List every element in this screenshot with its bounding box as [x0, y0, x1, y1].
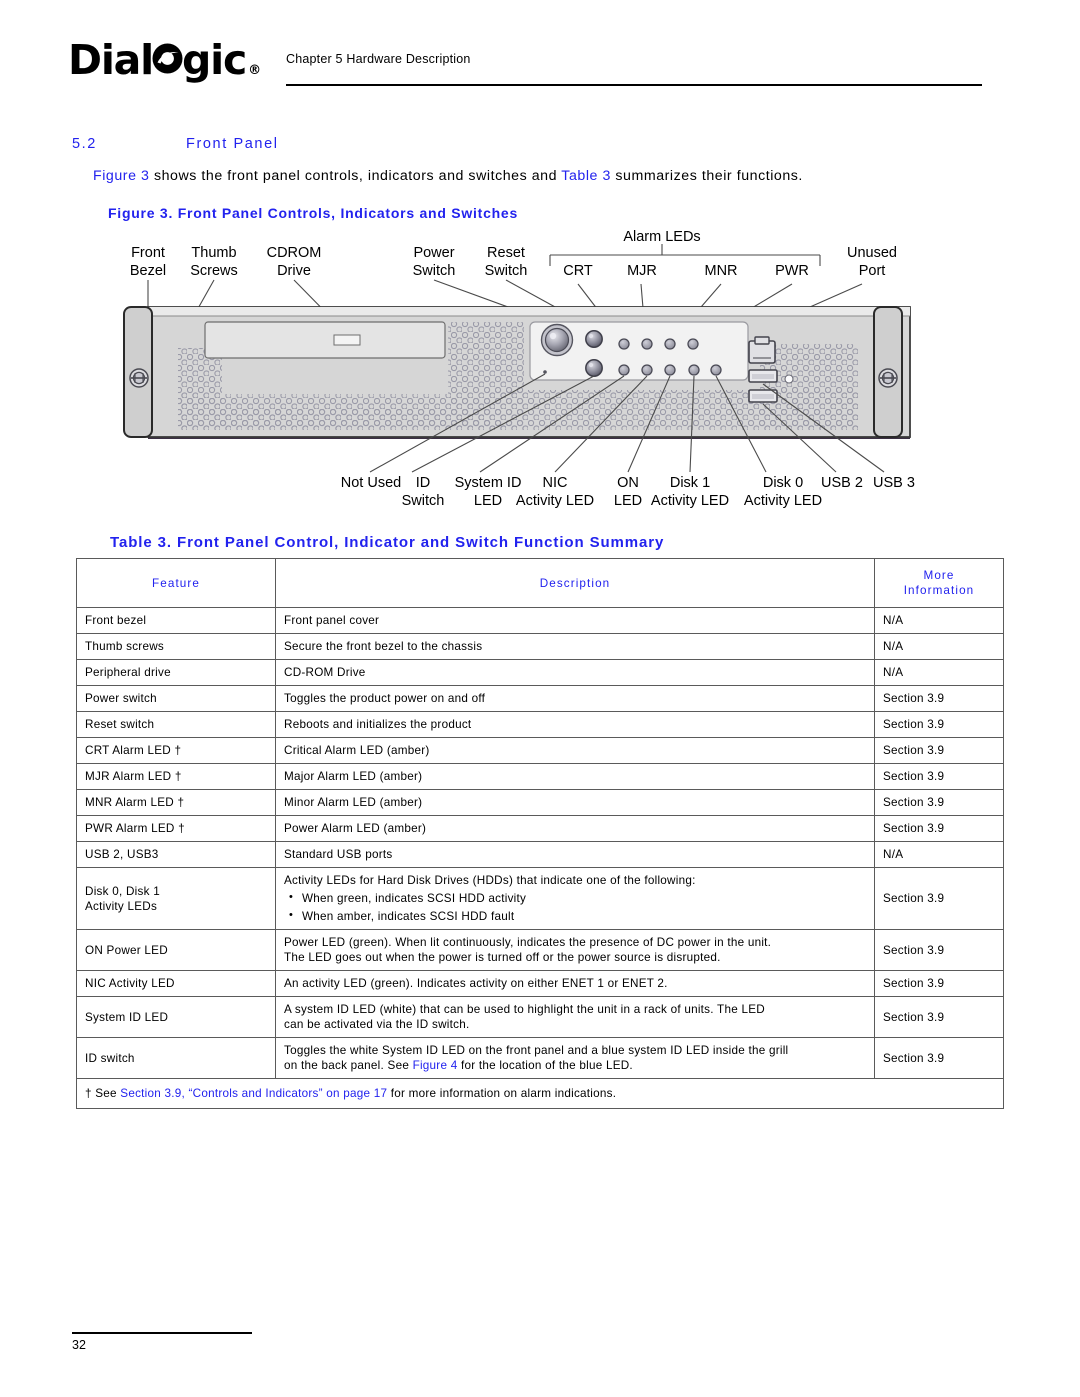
table-row-on-power-led: ON Power LED Power LED (green). When lit… [76, 929, 1004, 971]
table-row: Front bezel Front panel cover N/A [76, 607, 1004, 634]
cell-feature: Disk 0, Disk 1 Activity LEDs [76, 867, 276, 930]
cell-more-information: N/A [874, 607, 1004, 634]
cell-description: Reboots and initializes the product [275, 711, 875, 738]
cell-more-information: N/A [874, 841, 1004, 868]
cell-description: CD-ROM Drive [275, 659, 875, 686]
figure-label-disk1-activity-led: Disk 1 Activity LED [650, 475, 730, 509]
section-title: Front Panel [186, 136, 279, 152]
cell-more-information: N/A [874, 633, 1004, 660]
table-row-nic-activity-led: NIC Activity LED An activity LED (green)… [76, 970, 1004, 997]
page-header: Dial gic ® Chapter 5 Hardware Descriptio… [0, 0, 1080, 110]
column-header-description: Description [275, 558, 875, 608]
cell-feature: Power switch [76, 685, 276, 712]
figure-caption: Figure 3. Front Panel Controls, Indicato… [108, 205, 518, 221]
table-row: PWR Alarm LED † Power Alarm LED (amber) … [76, 815, 1004, 842]
cell-feature: Peripheral drive [76, 659, 276, 686]
table-row: Power switch Toggles the product power o… [76, 685, 1004, 712]
figure-label-usb3: USB 3 [873, 475, 915, 491]
cell-feature: MJR Alarm LED † [76, 763, 276, 790]
logo-text-after: gic [182, 36, 247, 84]
cell-feature: System ID LED [76, 996, 276, 1038]
cell-feature: PWR Alarm LED † [76, 815, 276, 842]
header-divider [286, 84, 982, 86]
cell-feature: ON Power LED [76, 929, 276, 971]
cell-feature: NIC Activity LED [76, 970, 276, 997]
cell-description: Critical Alarm LED (amber) [275, 737, 875, 764]
cell-more-information-link[interactable]: Section 3.9 [874, 789, 1004, 816]
dialogic-o-logo-icon [152, 43, 183, 74]
cell-description: A system ID LED (white) that can be used… [275, 996, 875, 1038]
cell-description: Front panel cover [275, 607, 875, 634]
cell-description: Activity LEDs for Hard Disk Drives (HDDs… [275, 867, 875, 930]
page-number: 32 [72, 1338, 86, 1352]
description-line-with-link: on the back panel. See Figure 4 for the … [284, 1059, 633, 1072]
column-header-more-information: More Information [874, 558, 1004, 608]
table-caption: Table 3. Front Panel Control, Indicator … [110, 534, 665, 551]
table-3-link[interactable]: Table 3 [561, 168, 611, 184]
cell-more-information-link[interactable]: Section 3.9 [874, 815, 1004, 842]
front-panel-summary-table: Feature Description More Information Fro… [76, 558, 1004, 1109]
table-row: USB 2, USB3 Standard USB ports N/A [76, 841, 1004, 868]
cell-more-information-link[interactable]: Section 3.9 [874, 737, 1004, 764]
figure-4-link[interactable]: Figure 4 [413, 1059, 458, 1072]
footer-divider [72, 1332, 252, 1334]
cell-more-information-link[interactable]: Section 3.9 [874, 929, 1004, 971]
cell-more-information-link[interactable]: Section 3.9 [874, 996, 1004, 1038]
cell-description: Minor Alarm LED (amber) [275, 789, 875, 816]
section-number: 5.2 [72, 136, 97, 152]
cell-more-information-link[interactable]: Section 3.9 [874, 867, 1004, 930]
front-panel-figure: Front Bezel Thumb Screws CDROM Drive Pow… [0, 222, 1080, 527]
registered-trademark-icon: ® [248, 63, 262, 78]
intro-suffix-text: summarizes their functions. [610, 168, 803, 184]
bullet-item: When amber, indicates SCSI HDD fault [284, 908, 866, 924]
table-row-id-switch: ID switch Toggles the white System ID LE… [76, 1037, 1004, 1079]
table-row: MJR Alarm LED † Major Alarm LED (amber) … [76, 763, 1004, 790]
cell-description: Power LED (green). When lit continuously… [275, 929, 875, 971]
cell-more-information-link[interactable]: Section 3.9 [874, 763, 1004, 790]
cell-more-information: N/A [874, 659, 1004, 686]
cell-feature: Thumb screws [76, 633, 276, 660]
cell-more-information-link[interactable]: Section 3.9 [874, 685, 1004, 712]
table-footnote: † See Section 3.9, “Controls and Indicat… [76, 1078, 1004, 1109]
chapter-title: Chapter 5 Hardware Description [286, 52, 471, 66]
cell-feature: Front bezel [76, 607, 276, 634]
cell-more-information-link[interactable]: Section 3.9 [874, 970, 1004, 997]
cell-description: An activity LED (green). Indicates activ… [275, 970, 875, 997]
cell-description: Toggles the white System ID LED on the f… [275, 1037, 875, 1079]
cell-more-information-link[interactable]: Section 3.9 [874, 711, 1004, 738]
table-footnote-row: † See Section 3.9, “Controls and Indicat… [76, 1078, 1004, 1109]
table-row: MNR Alarm LED † Minor Alarm LED (amber) … [76, 789, 1004, 816]
cell-feature: USB 2, USB3 [76, 841, 276, 868]
cell-description: Secure the front bezel to the chassis [275, 633, 875, 660]
figure-3-link[interactable]: Figure 3 [93, 168, 149, 184]
bullet-item: When green, indicates SCSI HDD activity [284, 890, 866, 906]
table-row-system-id-led: System ID LED A system ID LED (white) th… [76, 996, 1004, 1038]
cell-description: Major Alarm LED (amber) [275, 763, 875, 790]
cell-description: Toggles the product power on and off [275, 685, 875, 712]
table-row: Peripheral drive CD-ROM Drive N/A [76, 659, 1004, 686]
table-row-disk-activity: Disk 0, Disk 1 Activity LEDs Activity LE… [76, 867, 1004, 930]
cell-description: Power Alarm LED (amber) [275, 815, 875, 842]
cell-feature: MNR Alarm LED † [76, 789, 276, 816]
cell-feature: CRT Alarm LED † [76, 737, 276, 764]
column-header-feature: Feature [76, 558, 276, 608]
intro-paragraph: Figure 3 shows the front panel controls,… [93, 168, 973, 184]
logo-text-before: Dial [68, 36, 154, 84]
table-row: CRT Alarm LED † Critical Alarm LED (ambe… [76, 737, 1004, 764]
table-row: Reset switch Reboots and initializes the… [76, 711, 1004, 738]
table-header-row: Feature Description More Information [76, 558, 1004, 608]
intro-mid-text: shows the front panel controls, indicato… [149, 168, 562, 184]
description-bullet-list: When green, indicates SCSI HDD activity … [284, 890, 866, 924]
cell-more-information-link[interactable]: Section 3.9 [874, 1037, 1004, 1079]
cell-feature: Reset switch [76, 711, 276, 738]
dialogic-logo: Dial gic ® [68, 40, 261, 86]
cell-feature: ID switch [76, 1037, 276, 1079]
figure-label-usb2: USB 2 [821, 475, 863, 491]
table-row: Thumb screws Secure the front bezel to t… [76, 633, 1004, 660]
cell-description: Standard USB ports [275, 841, 875, 868]
footnote-section-link[interactable]: Section 3.9, “Controls and Indicators” o… [120, 1087, 387, 1100]
